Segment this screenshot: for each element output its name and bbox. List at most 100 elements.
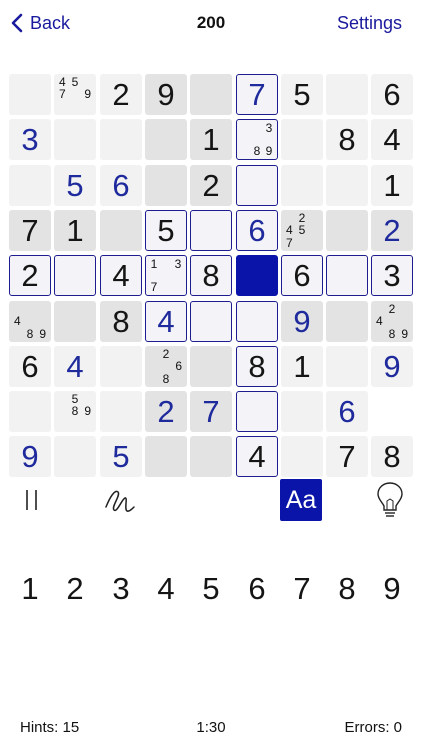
sudoku-cell[interactable] bbox=[281, 165, 323, 206]
sudoku-cell[interactable]: 9 bbox=[371, 346, 413, 387]
sudoku-cell[interactable] bbox=[326, 346, 368, 387]
sudoku-cell[interactable] bbox=[371, 391, 413, 432]
sudoku-cell[interactable]: 9 bbox=[281, 301, 323, 342]
sudoku-cell[interactable] bbox=[100, 119, 142, 160]
sudoku-cell[interactable] bbox=[236, 391, 278, 432]
sudoku-cell[interactable]: 6 bbox=[281, 255, 323, 296]
sudoku-cell[interactable] bbox=[54, 301, 96, 342]
sudoku-cell[interactable]: 7 bbox=[9, 210, 51, 251]
selected-cell[interactable] bbox=[236, 255, 278, 296]
sudoku-cell[interactable] bbox=[145, 119, 187, 160]
sudoku-cell[interactable] bbox=[54, 255, 96, 296]
sudoku-cell[interactable]: 4579 bbox=[54, 74, 96, 115]
number-key-2[interactable]: 2 bbox=[54, 565, 96, 613]
sudoku-cell[interactable] bbox=[190, 301, 232, 342]
sudoku-cell[interactable] bbox=[190, 74, 232, 115]
pencil-button[interactable] bbox=[100, 478, 140, 522]
sudoku-cell[interactable]: 2457 bbox=[281, 210, 323, 251]
sudoku-cell[interactable]: 8 bbox=[371, 436, 413, 477]
note-mode-button[interactable]: Aa bbox=[280, 479, 322, 521]
sudoku-cell[interactable] bbox=[100, 391, 142, 432]
number-key-5[interactable]: 5 bbox=[190, 565, 232, 613]
sudoku-cell[interactable] bbox=[100, 210, 142, 251]
pause-button[interactable] bbox=[16, 478, 48, 522]
sudoku-cell[interactable]: 8 bbox=[190, 255, 232, 296]
sudoku-cell[interactable] bbox=[190, 210, 232, 251]
sudoku-cell[interactable] bbox=[190, 436, 232, 477]
sudoku-cell[interactable]: 8 bbox=[100, 301, 142, 342]
sudoku-cell[interactable] bbox=[54, 436, 96, 477]
sudoku-cell[interactable]: 389 bbox=[236, 119, 278, 160]
sudoku-cell[interactable]: 589 bbox=[54, 391, 96, 432]
sudoku-cell[interactable]: 2489 bbox=[371, 301, 413, 342]
number-key-8[interactable]: 8 bbox=[326, 565, 368, 613]
note-digit bbox=[147, 360, 160, 372]
sudoku-cell[interactable]: 9 bbox=[9, 436, 51, 477]
number-key-6[interactable]: 6 bbox=[236, 565, 278, 613]
sudoku-cell[interactable]: 6 bbox=[9, 346, 51, 387]
sudoku-cell[interactable] bbox=[54, 119, 96, 160]
sudoku-cell[interactable] bbox=[100, 346, 142, 387]
sudoku-cell[interactable]: 268 bbox=[145, 346, 187, 387]
sudoku-cell[interactable] bbox=[236, 165, 278, 206]
sudoku-cell[interactable]: 5 bbox=[281, 74, 323, 115]
sudoku-cell[interactable]: 6 bbox=[236, 210, 278, 251]
sudoku-cell[interactable]: 5 bbox=[54, 165, 96, 206]
sudoku-cell[interactable]: 4 bbox=[54, 346, 96, 387]
sudoku-cell[interactable] bbox=[326, 210, 368, 251]
given-digit: 7 bbox=[338, 439, 356, 474]
sudoku-cell[interactable] bbox=[326, 74, 368, 115]
sudoku-cell[interactable]: 7 bbox=[190, 391, 232, 432]
sudoku-cell[interactable] bbox=[145, 436, 187, 477]
sudoku-cell[interactable] bbox=[281, 436, 323, 477]
number-key-3[interactable]: 3 bbox=[100, 565, 142, 613]
sudoku-cell[interactable]: 4 bbox=[371, 119, 413, 160]
sudoku-cell[interactable]: 5 bbox=[100, 436, 142, 477]
sudoku-cell[interactable]: 7 bbox=[236, 74, 278, 115]
sudoku-cell[interactable]: 3 bbox=[9, 119, 51, 160]
sudoku-cell[interactable] bbox=[145, 165, 187, 206]
sudoku-cell[interactable]: 1 bbox=[190, 119, 232, 160]
note-digit bbox=[308, 224, 321, 236]
sudoku-cell[interactable]: 6 bbox=[371, 74, 413, 115]
sudoku-cell[interactable] bbox=[326, 165, 368, 206]
settings-button[interactable]: Settings bbox=[337, 13, 402, 34]
sudoku-cell[interactable]: 1 3 7 bbox=[145, 255, 187, 296]
given-digit: 6 bbox=[293, 258, 311, 293]
sudoku-cell[interactable]: 2 bbox=[145, 391, 187, 432]
number-key-9[interactable]: 9 bbox=[371, 565, 413, 613]
sudoku-cell[interactable] bbox=[281, 119, 323, 160]
sudoku-cell[interactable]: 9 bbox=[145, 74, 187, 115]
sudoku-cell[interactable] bbox=[9, 74, 51, 115]
sudoku-cell[interactable]: 8 bbox=[236, 346, 278, 387]
sudoku-cell[interactable]: 3 bbox=[371, 255, 413, 296]
sudoku-cell[interactable]: 1 bbox=[54, 210, 96, 251]
number-key-1[interactable]: 1 bbox=[9, 565, 51, 613]
sudoku-cell[interactable]: 2 bbox=[190, 165, 232, 206]
sudoku-cell[interactable]: 2 bbox=[9, 255, 51, 296]
sudoku-cell[interactable]: 5 bbox=[145, 210, 187, 251]
hint-button[interactable] bbox=[372, 478, 408, 522]
number-key-7[interactable]: 7 bbox=[281, 565, 323, 613]
sudoku-cell[interactable] bbox=[236, 301, 278, 342]
sudoku-cell[interactable]: 2 bbox=[371, 210, 413, 251]
sudoku-cell[interactable]: 7 bbox=[326, 436, 368, 477]
sudoku-cell[interactable]: 4 bbox=[236, 436, 278, 477]
note-digit bbox=[308, 237, 321, 249]
sudoku-cell[interactable]: 4 bbox=[145, 301, 187, 342]
sudoku-cell[interactable]: 2 bbox=[100, 74, 142, 115]
sudoku-cell[interactable]: 6 bbox=[326, 391, 368, 432]
sudoku-cell[interactable]: 8 bbox=[326, 119, 368, 160]
sudoku-cell[interactable]: 6 bbox=[100, 165, 142, 206]
sudoku-cell[interactable] bbox=[326, 255, 368, 296]
sudoku-cell[interactable] bbox=[9, 391, 51, 432]
sudoku-cell[interactable] bbox=[9, 165, 51, 206]
sudoku-cell[interactable] bbox=[190, 346, 232, 387]
sudoku-cell[interactable]: 489 bbox=[9, 301, 51, 342]
sudoku-cell[interactable] bbox=[281, 391, 323, 432]
sudoku-cell[interactable]: 1 bbox=[281, 346, 323, 387]
sudoku-cell[interactable] bbox=[326, 301, 368, 342]
number-key-4[interactable]: 4 bbox=[145, 565, 187, 613]
sudoku-cell[interactable]: 4 bbox=[100, 255, 142, 296]
sudoku-cell[interactable]: 1 bbox=[371, 165, 413, 206]
